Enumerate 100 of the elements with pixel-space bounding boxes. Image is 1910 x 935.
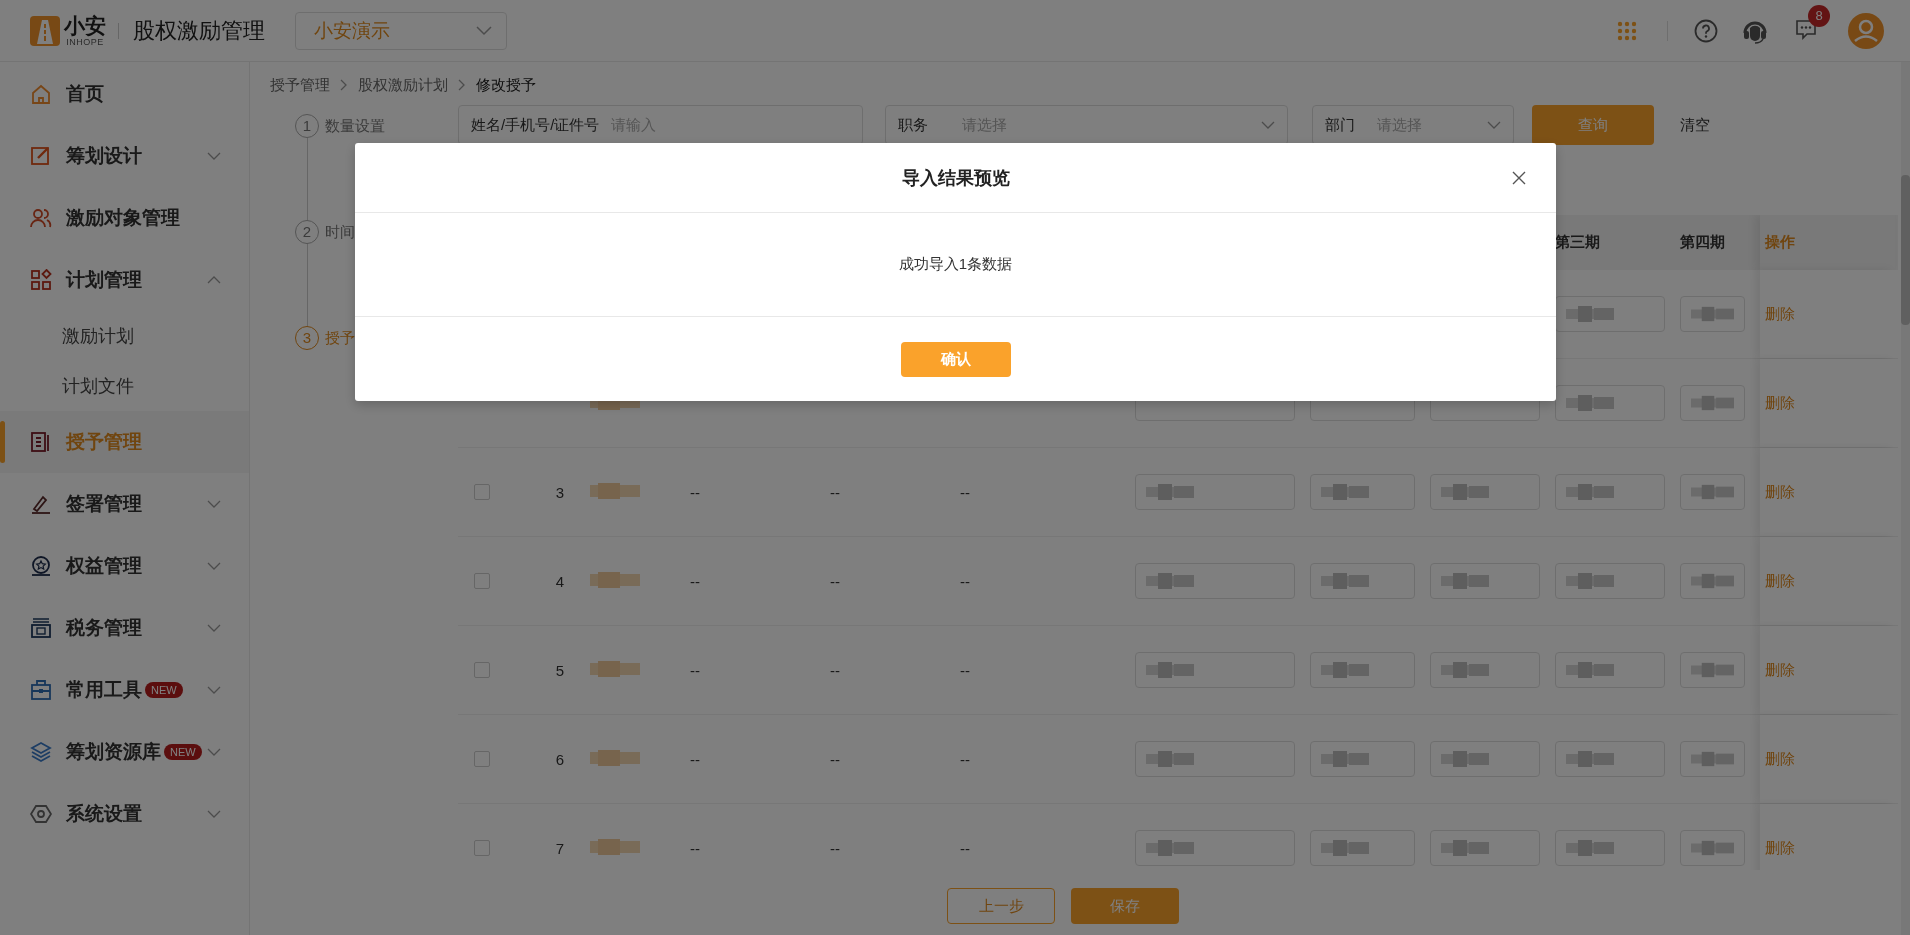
sidebar-item[interactable]: 签署管理 (0, 473, 249, 535)
input-field[interactable] (1555, 474, 1665, 510)
layers-icon (30, 741, 52, 763)
input-field[interactable] (1310, 652, 1415, 688)
input-field[interactable] (1680, 563, 1745, 599)
row-number: 6 (555, 750, 565, 768)
delete-link[interactable]: 删除 (1765, 304, 1795, 324)
sidebar-item[interactable]: 首页 (0, 63, 249, 125)
sidebar-item[interactable]: 筹划资源库 NEW (0, 721, 249, 783)
delete-link[interactable]: 删除 (1765, 749, 1795, 769)
sidebar-item[interactable]: 税务管理 (0, 597, 249, 659)
chevron-down-icon (1487, 121, 1501, 129)
toolbox-icon (30, 679, 52, 701)
input-field[interactable] (1555, 741, 1665, 777)
sidebar-subitem[interactable]: 激励计划 (0, 311, 249, 361)
table-cell: -- (830, 572, 840, 590)
input-field[interactable] (1680, 296, 1745, 332)
sidebar-item[interactable]: 系统设置 (0, 783, 249, 845)
input-field[interactable] (1135, 474, 1295, 510)
clear-link[interactable]: 清空 (1680, 115, 1710, 135)
delete-link[interactable]: 删除 (1765, 660, 1795, 680)
input-field[interactable] (1555, 652, 1665, 688)
app-title: 股权激励管理 (133, 16, 265, 45)
sidebar-item[interactable]: 常用工具 NEW (0, 659, 249, 721)
delete-link[interactable]: 删除 (1765, 482, 1795, 502)
column-header: 第四期 (1680, 233, 1725, 250)
input-field[interactable] (1680, 385, 1745, 421)
column-header: 第三期 (1555, 233, 1600, 250)
logo-icon (30, 15, 60, 46)
sidebar-item[interactable]: 权益管理 (0, 535, 249, 597)
delete-link[interactable]: 删除 (1765, 571, 1795, 591)
sidebar-item[interactable]: 筹划设计 (0, 125, 249, 187)
input-field[interactable] (1430, 652, 1540, 688)
input-field[interactable] (1310, 474, 1415, 510)
sidebar-item[interactable]: 计划管理 (0, 249, 249, 311)
confirm-button[interactable]: 确认 (900, 341, 1011, 377)
input-field[interactable] (1430, 563, 1540, 599)
table-cell: -- (960, 839, 970, 857)
document-icon (30, 431, 52, 453)
new-badge: NEW (145, 682, 183, 698)
signature-icon (30, 493, 52, 515)
input-field[interactable] (1310, 830, 1415, 866)
back-button[interactable]: 上一步 (947, 888, 1055, 924)
input-field[interactable] (1430, 741, 1540, 777)
sidebar-item[interactable]: 激励对象管理 (0, 187, 249, 249)
input-field[interactable] (1680, 741, 1745, 777)
notification-badge: 8 (1808, 4, 1830, 27)
input-field[interactable] (1310, 563, 1415, 599)
dialog-title: 导入结果预览 (901, 166, 1010, 190)
table-cell: -- (960, 750, 970, 768)
checkbox[interactable] (474, 662, 490, 678)
table-cell: -- (830, 750, 840, 768)
sidebar-subitem[interactable]: 计划文件 (0, 361, 249, 411)
home-icon (30, 83, 52, 105)
company-select[interactable]: 小安演示 (295, 11, 507, 50)
table-cell: -- (960, 483, 970, 501)
input-field[interactable] (1555, 563, 1665, 599)
chevron-right-icon (340, 79, 348, 91)
breadcrumb-link[interactable]: 修改授予 (476, 75, 536, 95)
breadcrumb-link[interactable]: 股权激励计划 (358, 75, 448, 95)
input-field[interactable] (1430, 474, 1540, 510)
close-icon[interactable] (1512, 171, 1526, 185)
input-field[interactable] (1135, 652, 1295, 688)
input-field[interactable] (1680, 652, 1745, 688)
input-field[interactable] (1555, 385, 1665, 421)
checkbox[interactable] (474, 573, 490, 589)
apps-grid-icon[interactable] (1617, 20, 1637, 41)
checkbox[interactable] (474, 840, 490, 856)
breadcrumb-link[interactable]: 授予管理 (270, 75, 330, 95)
new-badge: NEW (164, 744, 202, 760)
input-field[interactable] (1310, 741, 1415, 777)
checkbox[interactable] (474, 751, 490, 767)
logo-subtitle: INHOPE (66, 36, 104, 47)
step-number: 1 (295, 114, 319, 138)
input-field[interactable] (1135, 830, 1295, 866)
input-field[interactable] (1135, 741, 1295, 777)
column-header: 操作 (1765, 233, 1795, 252)
input-field[interactable] (1680, 474, 1745, 510)
input-field[interactable] (1555, 830, 1665, 866)
delete-link[interactable]: 删除 (1765, 393, 1795, 413)
avatar-icon[interactable] (1848, 12, 1884, 49)
table-cell: -- (830, 661, 840, 679)
table-cell: -- (690, 572, 700, 590)
chevron-down-icon (476, 25, 492, 36)
delete-link[interactable]: 删除 (1765, 838, 1795, 858)
row-number: 3 (555, 483, 565, 501)
help-icon[interactable] (1694, 18, 1718, 43)
table-cell: -- (690, 839, 700, 857)
step-number: 2 (295, 220, 319, 244)
input-field[interactable] (1680, 830, 1745, 866)
people-icon (30, 207, 52, 229)
logo-name: 小安 (64, 14, 106, 37)
input-field[interactable] (1430, 830, 1540, 866)
input-field[interactable] (1135, 563, 1295, 599)
step-label: 时间 (325, 222, 355, 242)
edit-icon (30, 145, 52, 167)
checkbox[interactable] (474, 484, 490, 500)
tax-icon (30, 617, 52, 639)
hexagon-icon (30, 803, 52, 825)
chevron-right-icon (458, 79, 466, 91)
